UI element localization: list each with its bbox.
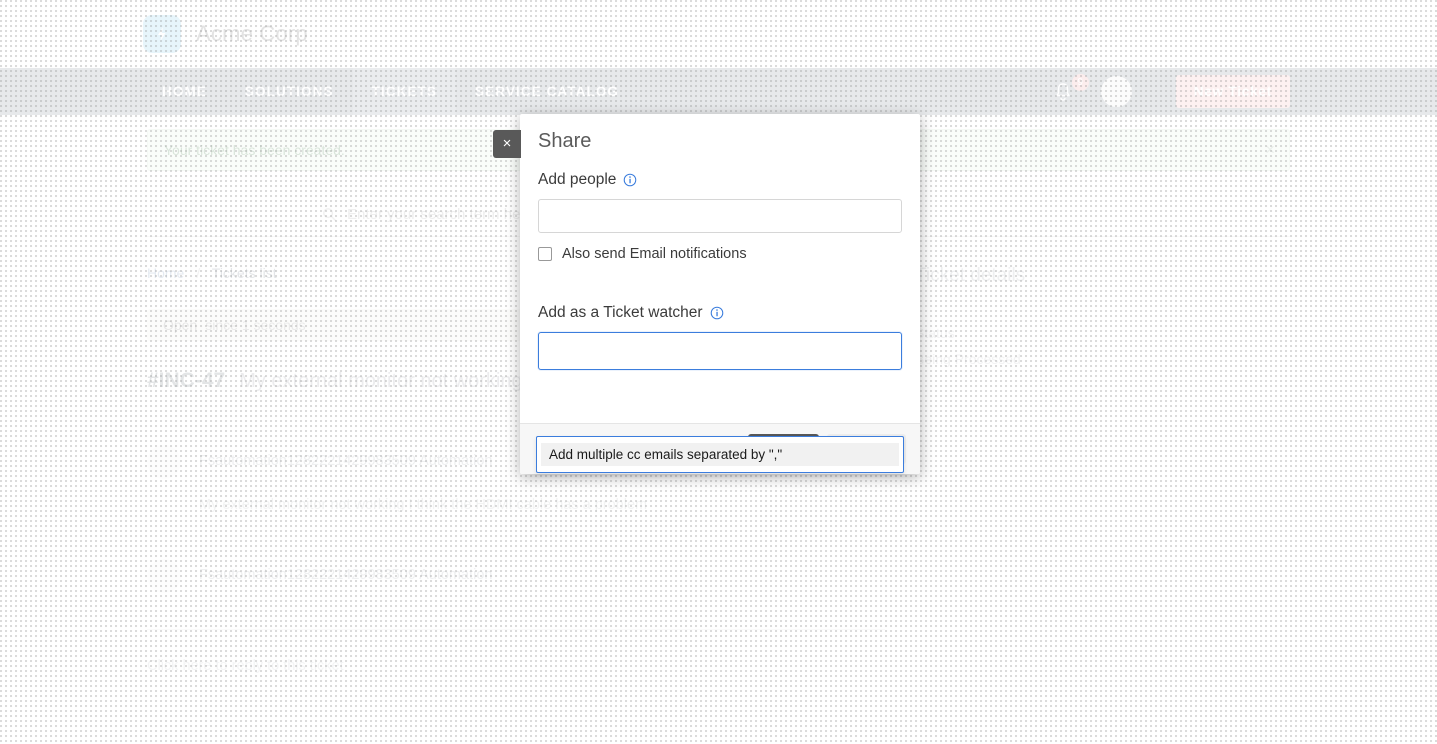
breadcrumb-home[interactable]: Home: [147, 265, 184, 281]
cc-email-hint[interactable]: Add multiple cc emails separated by ",": [541, 443, 899, 466]
modal-body: Add people Also send Email notifications…: [520, 153, 920, 473]
modal-title: Share: [538, 130, 592, 152]
ticket-watcher-label: Add as a Ticket watcher: [538, 304, 902, 322]
add-people-label: Add people: [538, 171, 902, 189]
ticket-subject: My external monitor not working: [239, 370, 523, 392]
close-icon[interactable]: ×: [1265, 140, 1275, 160]
share-modal: × Share Add people Also send Email notif…: [493, 114, 920, 474]
brand-bar: Acme Corp: [0, 0, 1437, 68]
nav-right-group: 9 New Ticket: [1049, 68, 1290, 115]
bolt-shield-icon: [143, 15, 181, 53]
nav-item-solutions[interactable]: SOLUTIONS: [226, 68, 353, 115]
add-people-label-text: Add people: [538, 171, 617, 188]
nav-item-tickets[interactable]: TICKETS: [352, 68, 457, 115]
avatar: [147, 559, 181, 593]
email-notifications-row[interactable]: Also send Email notifications: [538, 246, 902, 262]
ticket-watcher-input[interactable]: [538, 332, 902, 370]
alert-text: Your ticket has been created.: [164, 142, 345, 158]
search-placeholder: Enter your search term here...: [347, 206, 547, 223]
message-author: Fsautomation1282221429983509 Automation: [199, 567, 493, 583]
sidebar-title: Ticket details: [915, 265, 1026, 286]
close-icon[interactable]: ×: [493, 130, 521, 158]
add-people-input[interactable]: [538, 199, 902, 233]
sidebar-status-label: Status: [915, 325, 955, 341]
nav-item-service-catalog[interactable]: SERVICE CATALOG: [456, 68, 638, 115]
ticket-watcher-label-text: Add as a Ticket watcher: [538, 304, 703, 321]
ticket-details-sidebar: Ticket details Status Being Processed: [915, 265, 1290, 674]
breadcrumb-separator: /: [196, 265, 201, 281]
sidebar-status-value: Being Processed: [915, 351, 1021, 367]
modal-header: Share: [520, 114, 920, 153]
avatar[interactable]: [1100, 76, 1132, 107]
main-nav: HOME SOLUTIONS TICKETS SERVICE CATALOG 9…: [0, 68, 1437, 115]
reply-input[interactable]: Click here to reply to this ticket: [147, 629, 885, 674]
search-icon: [323, 208, 337, 222]
breadcrumb-current[interactable]: Tickets list: [212, 265, 277, 281]
email-notifications-checkbox[interactable]: [538, 247, 552, 261]
info-icon[interactable]: [710, 306, 724, 320]
nav-item-home[interactable]: HOME: [143, 68, 226, 115]
status-badge: Open: [163, 317, 198, 333]
ticket-watcher-group: Add as a Ticket watcher: [538, 304, 902, 370]
info-icon[interactable]: [623, 173, 637, 187]
message-content: Fsautomation1282221429983509 Automation: [199, 559, 885, 593]
notification-bell-icon[interactable]: 9: [1049, 73, 1089, 109]
message-item: Fsautomation1282221429983509 Automation: [147, 559, 885, 593]
message-body: My external monitor not working I think …: [199, 497, 648, 513]
brand-name: Acme Corp: [196, 21, 308, 46]
avatar: [147, 445, 181, 479]
cc-email-suggestion-panel: Add multiple cc emails separated by ",": [536, 436, 904, 473]
status-since: since 1 seconds: [205, 317, 306, 333]
notification-badge: 9: [1071, 73, 1089, 91]
new-ticket-button[interactable]: New Ticket: [1175, 75, 1290, 108]
ticket-id: #INC-47: [147, 369, 226, 392]
email-notifications-label: Also send Email notifications: [562, 246, 747, 262]
